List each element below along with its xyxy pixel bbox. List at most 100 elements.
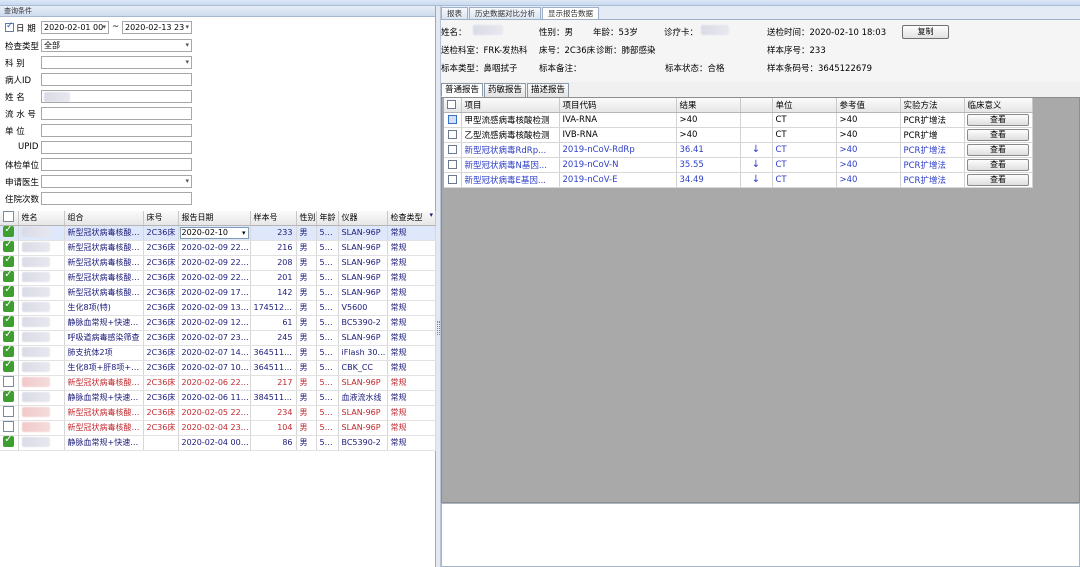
col-header-item-code[interactable]: 项目代码 (559, 98, 677, 113)
row-check-cell[interactable] (0, 225, 19, 241)
col-header-name[interactable]: 姓名 (18, 211, 65, 226)
row-check-cell[interactable] (0, 435, 19, 451)
table-row[interactable]: 生化8项+肝8项+心5...2C36床2020-02-07 10:5036451… (0, 360, 436, 376)
subtab-susceptibility-report[interactable]: 药敏报告 (484, 83, 527, 97)
cell-report-date[interactable]: 2020-02-10 ▾ ▾ (178, 211, 433, 241)
col-header-reference[interactable]: 参考值 (836, 98, 901, 113)
upid-input[interactable] (41, 141, 192, 154)
col-header-flag[interactable] (740, 98, 773, 113)
row-check-cell[interactable] (444, 157, 462, 173)
checked-checkbox-icon[interactable] (3, 360, 15, 372)
col-header-result[interactable]: 结果 (676, 98, 741, 113)
table-row[interactable]: 肺支抗体2项2C36床2020-02-07 14:583645118...男53… (0, 345, 436, 361)
checked-checkbox-icon[interactable] (3, 240, 15, 252)
col-header-bed[interactable]: 床号 (143, 211, 179, 226)
checked-checkbox-icon[interactable] (3, 300, 15, 312)
view-button[interactable]: 查看 (967, 173, 1029, 186)
select-all-checkbox[interactable] (447, 99, 456, 109)
row-checkbox[interactable] (447, 159, 457, 169)
table-row[interactable]: 乙型流感病毒核酸检测 IVB-RNA >40 CT >40 PCR扩增 查看 (444, 127, 1033, 143)
row-check-cell[interactable] (0, 375, 19, 391)
subtab-normal-report[interactable]: 普通报告 (441, 83, 484, 97)
col-header-unit[interactable]: 单位 (772, 98, 837, 113)
subtab-description-report[interactable]: 描述报告 (527, 83, 570, 97)
table-row[interactable]: 新型冠状病毒核酸检...2C36床2020-02-09 22:41208男53岁… (0, 255, 436, 271)
table-row[interactable]: 新型冠状病毒核酸检... 2C36床 2020-02-04 23:48 104 男 53岁… (0, 420, 436, 436)
exam-type-select[interactable]: 全部 (41, 39, 192, 52)
view-button[interactable]: 查看 (967, 158, 1029, 171)
row-check-cell[interactable] (0, 300, 19, 316)
col-header-report-date[interactable]: 报告日期 (178, 211, 251, 226)
table-row[interactable]: 生化8项(特)2C36床2020-02-09 13:031745121...男5… (0, 300, 436, 316)
col-header-sex[interactable]: 性别 (296, 211, 317, 226)
row-check-cell[interactable] (0, 270, 19, 286)
date-to-field[interactable]: 2020-02-13 23 (122, 21, 192, 34)
chevron-down-icon[interactable]: ▾ (242, 228, 246, 238)
table-row[interactable]: 静脉血常规+快速CRP2C36床2020-02-06 11:533845117.… (0, 390, 436, 406)
table-row[interactable]: 呼吸道病毒感染筛查2C36床2020-02-07 23:18245男53岁SLA… (0, 330, 436, 346)
row-check-cell[interactable] (0, 240, 19, 256)
doctor-select[interactable] (41, 175, 192, 188)
row-check-cell[interactable] (0, 390, 19, 406)
col-header-clinical-meaning[interactable]: 临床意义 (964, 98, 1033, 113)
col-header-age[interactable]: 年龄 (316, 211, 339, 226)
table-row[interactable]: 新型冠状病毒核酸检...2C36床2020-02-09 22:41216男53岁… (0, 240, 436, 256)
row-check-cell[interactable] (444, 172, 462, 188)
col-header-item[interactable]: 项目 (461, 98, 560, 113)
row-check-cell[interactable] (0, 405, 19, 421)
table-row[interactable]: 甲型流感病毒核酸检测 IVA-RNA >40 CT >40 PCR扩增法 查看 (444, 112, 1033, 128)
row-check-cell[interactable] (444, 127, 462, 143)
col-header-exam-type[interactable]: 检查类型 (387, 211, 436, 226)
table-row[interactable]: 静脉血常规+快速CRP 2020-02-04 00:0786男53岁BC5390-… (0, 435, 436, 451)
tab-history-compare[interactable]: 历史数据对比分析 (469, 7, 541, 19)
checked-checkbox-icon[interactable] (3, 315, 15, 327)
report-notes-area[interactable] (441, 503, 1080, 567)
row-check-cell[interactable] (0, 360, 19, 376)
select-all-checkbox[interactable] (3, 211, 14, 223)
checked-checkbox-icon[interactable] (3, 330, 15, 342)
checked-checkbox-icon[interactable] (3, 390, 15, 402)
visits-input[interactable] (41, 192, 192, 205)
row-checkbox[interactable] (447, 174, 457, 184)
checked-checkbox-icon[interactable] (3, 225, 15, 237)
col-header-instrument[interactable]: 仪器 (338, 211, 388, 226)
date-from-field[interactable]: 2020-02-01 00 (41, 21, 109, 34)
col-header-combo[interactable]: 组合 (64, 211, 144, 226)
dept-select[interactable] (41, 56, 192, 69)
row-check-cell[interactable] (0, 285, 19, 301)
patient-id-input[interactable] (41, 73, 192, 86)
table-row[interactable]: 新型冠状病毒核酸检... 2C36床 2020-02-05 22:09 234 男 53岁… (0, 405, 436, 421)
table-row[interactable]: 新型冠状病毒RdRp... 2019-nCoV-RdRp 36.41 ↓ CT >40 PC… (444, 142, 1033, 158)
unchecked-checkbox[interactable] (3, 376, 15, 387)
table-row[interactable]: 新型冠状病毒N基因... 2019-nCoV-N 35.55 ↓ CT >40 PCR扩增法… (444, 157, 1033, 173)
row-check-cell[interactable] (0, 345, 19, 361)
row-check-cell[interactable] (0, 315, 19, 331)
view-button[interactable]: 查看 (967, 128, 1029, 141)
table-row[interactable]: 新型冠状病毒核酸检...2C36床2020-02-09 17:20142男53岁… (0, 285, 436, 301)
col-header-select-all[interactable] (444, 98, 462, 113)
name-input[interactable] (41, 90, 192, 103)
col-header-sample-no[interactable]: 样本号 (250, 211, 297, 226)
checked-checkbox-icon[interactable] (3, 345, 15, 357)
row-checkbox[interactable] (447, 129, 457, 139)
checkup-unit-input[interactable] (41, 158, 192, 171)
row-checkbox[interactable] (447, 114, 457, 124)
view-button[interactable]: 查看 (967, 113, 1029, 126)
table-row[interactable]: 新型冠状病毒核酸检...2C36床2020-02-10▾▾233男53岁SLAN… (0, 211, 436, 241)
unchecked-checkbox[interactable] (3, 406, 15, 417)
serial-input[interactable] (41, 107, 192, 120)
table-row[interactable]: 新型冠状病毒E基因... 2019-nCoV-E 34.49 ↓ CT >40 PCR扩增法… (444, 172, 1033, 188)
copy-button[interactable]: 复制 (902, 25, 949, 39)
splitter-grip-icon[interactable] (437, 321, 440, 335)
report-date-editor[interactable]: 2020-02-10 ▾ (179, 226, 249, 239)
col-header-method[interactable]: 实验方法 (900, 98, 965, 113)
tab-report[interactable]: 报表 (441, 7, 468, 19)
checked-checkbox-icon[interactable] (3, 270, 15, 282)
row-checkbox[interactable] (447, 144, 457, 154)
row-check-cell[interactable] (0, 330, 19, 346)
table-row[interactable]: 静脉血常规+快速CRP2C36床2020-02-09 12:2461男53岁BC… (0, 315, 436, 331)
checked-checkbox-icon[interactable] (3, 285, 15, 297)
row-check-cell[interactable] (0, 255, 19, 271)
table-row[interactable]: 新型冠状病毒核酸检... 2C36床 2020-02-06 22:28 217 男 53岁… (0, 375, 436, 391)
col-header-select-all[interactable] (0, 211, 19, 226)
